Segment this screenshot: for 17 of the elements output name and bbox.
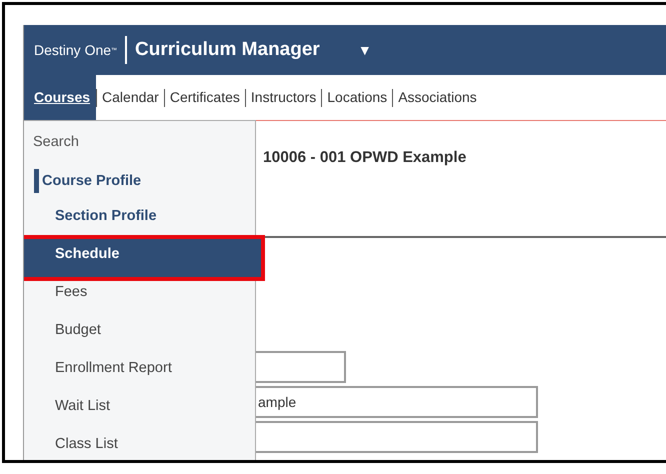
input-field[interactable]: ample <box>256 386 538 418</box>
menu-item[interactable]: Wait List <box>24 391 255 429</box>
menu-item[interactable]: Enrollment Report <box>24 353 255 391</box>
menu-item[interactable]: Class List <box>24 429 255 460</box>
brand-logo[interactable]: Destiny One$^{™}$ <box>34 40 118 60</box>
app-title: Curriculum Manager <box>135 38 320 62</box>
menu-item[interactable]: Search <box>24 127 255 163</box>
input-field[interactable] <box>256 421 538 453</box>
page-title: 10006 - 001 OPWD Example <box>256 120 666 238</box>
dropdown-caret[interactable]: ▼ <box>358 40 372 60</box>
menu-item[interactable]: Course Profile <box>34 169 255 193</box>
menu-item[interactable]: Section Profile <box>24 201 255 239</box>
nav-tab[interactable]: Courses <box>24 75 96 120</box>
input-field[interactable] <box>256 351 346 383</box>
menu-item[interactable]: Schedule <box>24 239 261 277</box>
menu-item[interactable]: Fees <box>24 277 255 315</box>
menu-item[interactable]: Budget <box>24 315 255 353</box>
